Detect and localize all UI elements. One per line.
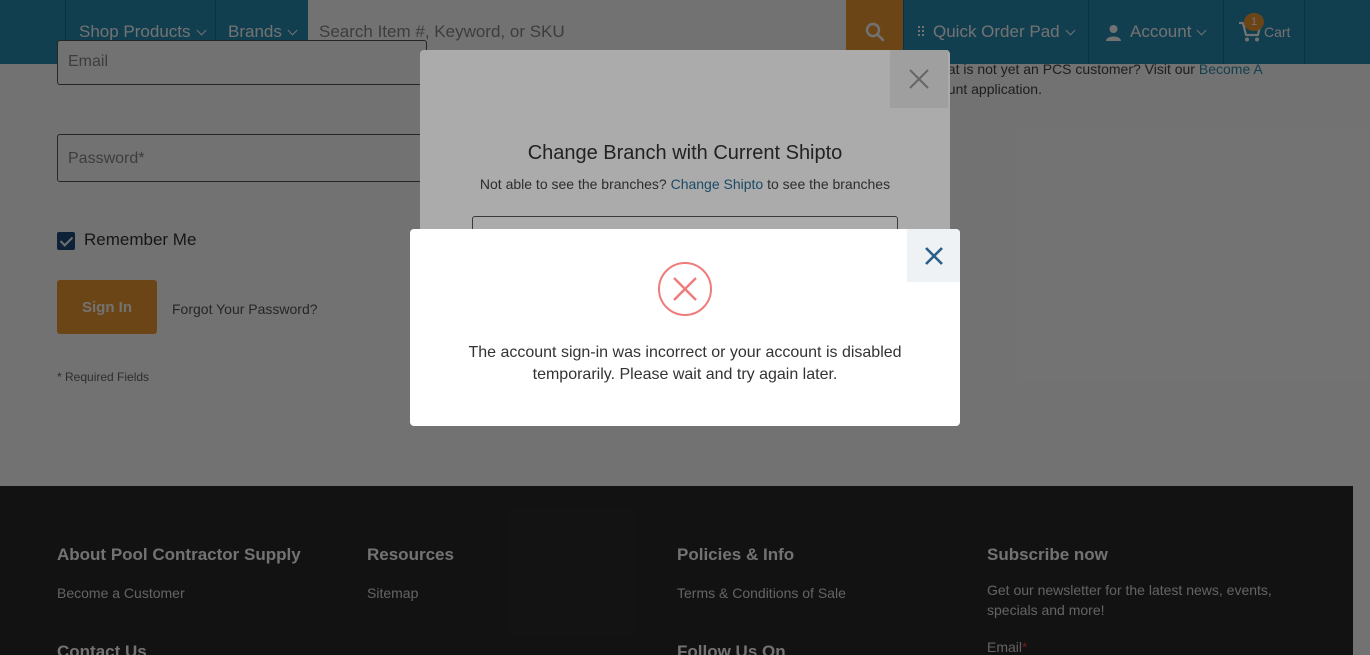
error-icon: [658, 262, 712, 316]
close-icon: [924, 246, 943, 265]
error-message: The account sign-in was incorrect or you…: [468, 344, 902, 383]
error-modal-close-button[interactable]: [907, 229, 960, 282]
x-icon: [673, 277, 697, 301]
error-modal: The account sign-in was incorrect or you…: [410, 229, 960, 426]
